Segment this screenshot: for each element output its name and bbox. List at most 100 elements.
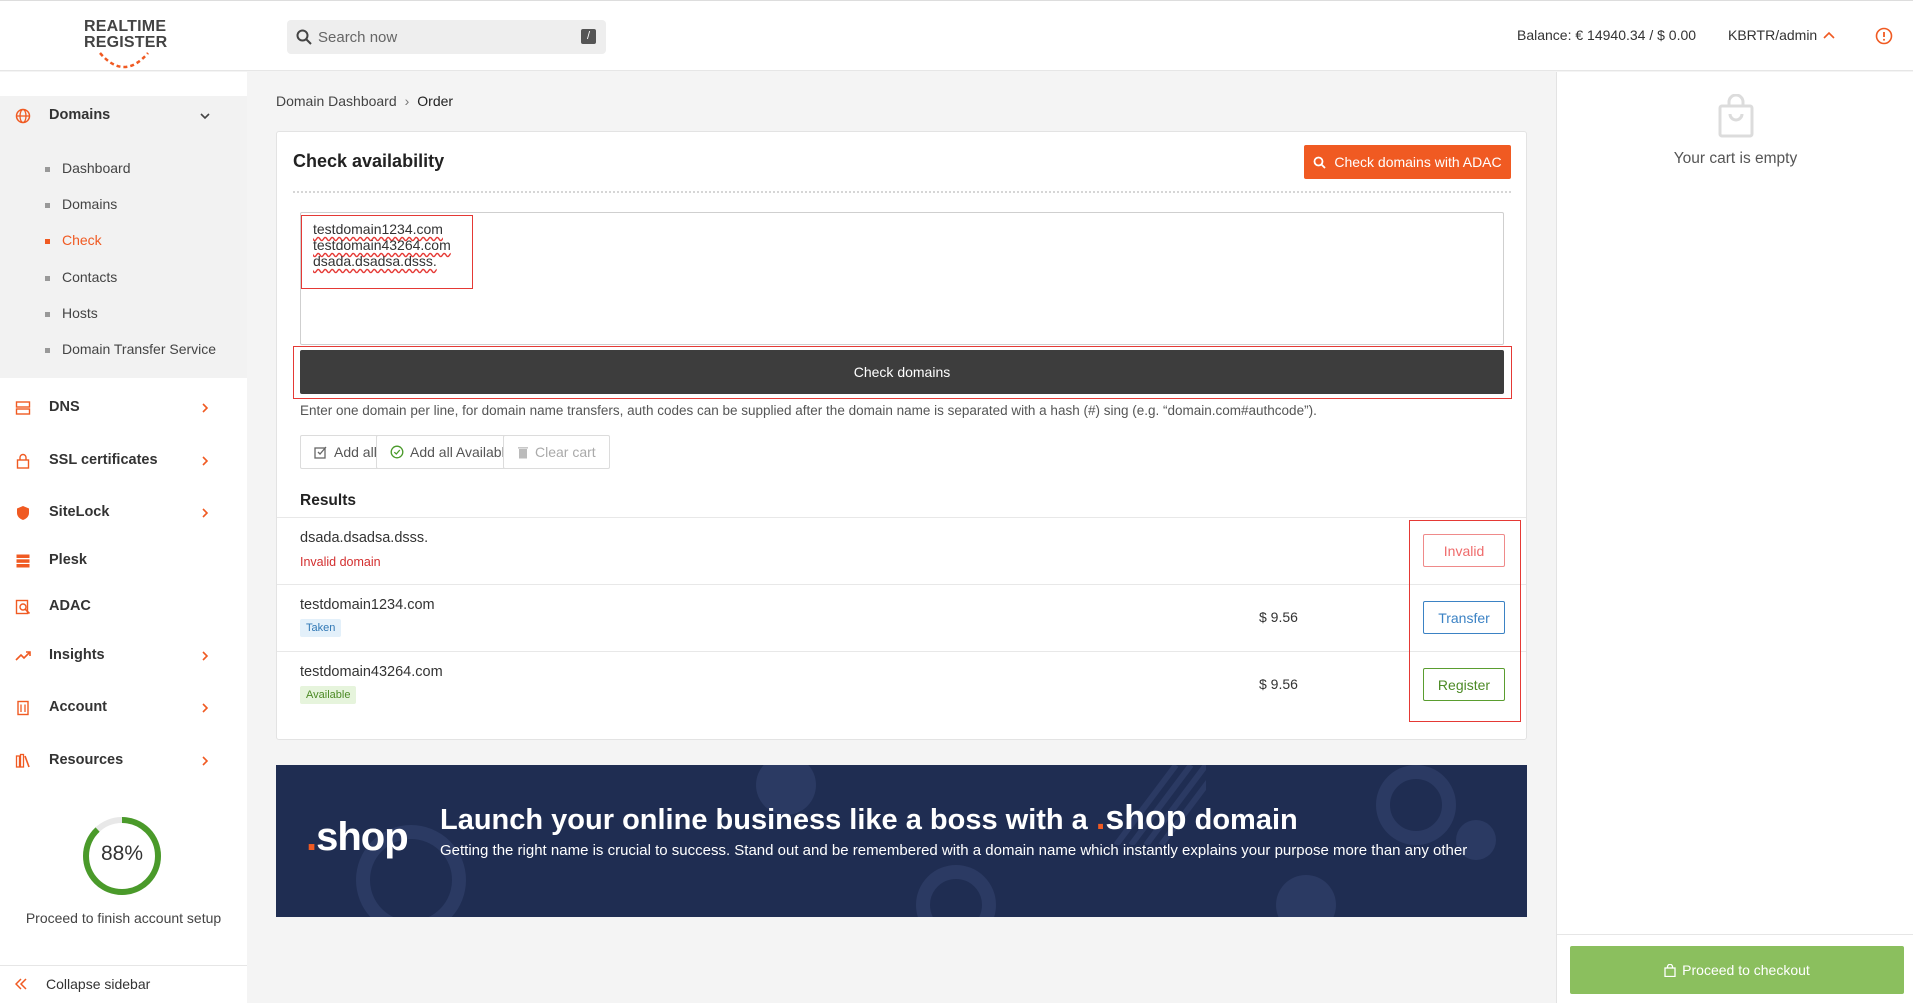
check-availability-card: Check availability Check domains with AD… — [276, 131, 1527, 740]
collapse-sidebar-label: Collapse sidebar — [46, 976, 151, 992]
actions-highlight-box — [1409, 520, 1521, 722]
logo-word: shop — [316, 815, 409, 859]
banner-title-post: domain — [1186, 804, 1298, 836]
banner-title-dot: . — [1095, 799, 1106, 837]
shopping-bag-icon — [1664, 963, 1676, 977]
logo-line-2: REGISTER — [84, 34, 168, 51]
shopping-bag-icon — [1718, 94, 1754, 138]
search-box[interactable]: / — [287, 20, 606, 54]
sidebar-item-domains[interactable]: Domains — [0, 96, 247, 136]
bullet — [45, 276, 50, 281]
logo-arc-icon — [99, 52, 149, 69]
card-title: Check availability — [293, 151, 445, 171]
sidebar-item-label: Plesk — [49, 552, 87, 568]
results-title: Results — [300, 492, 356, 509]
bullet — [45, 312, 50, 317]
breadcrumb-domain-dashboard[interactable]: Domain Dashboard — [276, 93, 397, 109]
bullet — [45, 348, 50, 353]
stack-icon — [16, 554, 30, 568]
chevron-right-icon — [202, 756, 209, 766]
decor-ring — [1376, 765, 1456, 845]
lock-icon — [16, 453, 30, 469]
trend-icon — [15, 651, 31, 661]
search-shortcut-key: / — [581, 29, 596, 44]
sidebar-item-label: Account — [49, 699, 107, 715]
sidebar-item-sitelock[interactable]: SiteLock — [0, 493, 247, 533]
chevron-right-icon — [202, 456, 209, 466]
result-domain: testdomain43264.com — [300, 664, 443, 680]
sidebar-item-label: DNS — [49, 399, 80, 415]
chevron-right-icon — [202, 403, 209, 413]
breadcrumb: Domain Dashboard › Order — [276, 93, 453, 109]
domains-textarea[interactable] — [300, 212, 1504, 345]
chevron-right-icon — [202, 703, 209, 713]
info-icon[interactable] — [1875, 27, 1893, 45]
check-domains-button[interactable]: Check domains — [300, 350, 1504, 394]
cart-empty-text: Your cart is empty — [1673, 150, 1798, 167]
sidebar-item-label: SiteLock — [49, 504, 110, 520]
checkout-button-label: Proceed to checkout — [1682, 962, 1810, 978]
shield-icon — [17, 506, 29, 520]
chevron-up-icon[interactable] — [1823, 31, 1835, 39]
proceed-to-checkout-button[interactable]: Proceed to checkout — [1570, 946, 1904, 994]
decor-circle — [1276, 875, 1336, 917]
search-icon — [296, 29, 312, 45]
search-input[interactable] — [318, 20, 558, 54]
domain-input-line: testdomain43264.com — [313, 237, 451, 253]
result-price: $ 9.56 — [1259, 676, 1298, 692]
domains-nav-group: Domains Dashboard Domains Check Contacts… — [0, 96, 247, 378]
globe-icon — [15, 108, 31, 124]
clear-cart-button[interactable]: Clear cart — [503, 435, 610, 469]
sidebar-item-ssl-certificates[interactable]: SSL certificates — [0, 441, 247, 481]
progress-caption[interactable]: Proceed to finish account setup — [0, 910, 247, 926]
result-row: testdomain1234.com Taken $ 9.56 Transfer — [277, 584, 1526, 651]
realtime-register-logo[interactable]: REALTIME REGISTER — [84, 18, 168, 69]
bullet — [45, 239, 50, 244]
result-status: Invalid domain — [300, 555, 381, 569]
sidebar-item-insights[interactable]: Insights — [0, 636, 247, 676]
user-menu[interactable]: KBRTR/admin — [1728, 27, 1817, 43]
add-all-label: Add all — [334, 444, 377, 460]
chevron-right-icon — [202, 508, 209, 518]
check-circle-icon — [390, 445, 404, 459]
account-balance: Balance: € 14940.34 / $ 0.00 — [1517, 27, 1697, 43]
sidebar-item-label: Resources — [49, 752, 124, 768]
add-all-available-label: Add all Available — [410, 444, 513, 460]
sidebar: Domains Dashboard Domains Check Contacts… — [0, 72, 247, 1003]
breadcrumb-separator: › — [404, 93, 410, 109]
chevron-right-icon — [202, 651, 209, 661]
double-chevron-left-icon — [15, 978, 27, 990]
server-icon — [15, 401, 31, 415]
result-domain: testdomain1234.com — [300, 597, 435, 613]
shop-promo-banner[interactable]: .shop Launch your online business like a… — [276, 765, 1527, 917]
cart-add-icon — [314, 446, 327, 459]
clear-cart-label: Clear cart — [535, 444, 596, 460]
sidebar-item-label: ADAC — [49, 598, 91, 614]
progress-percentage: 88% — [100, 842, 144, 865]
status-badge: Taken — [300, 619, 342, 637]
chevron-down-icon — [200, 113, 210, 120]
sidebar-item-resources[interactable]: Resources — [0, 741, 247, 781]
collapse-sidebar-button[interactable]: Collapse sidebar — [0, 965, 247, 1003]
books-icon — [15, 753, 30, 768]
cart-footer: Proceed to checkout — [1557, 934, 1913, 1003]
banner-text: Getting the right name is crucial to suc… — [440, 842, 1468, 859]
sidebar-item-account[interactable]: Account — [0, 688, 247, 728]
domain-input-line: dsada.dsadsa.dsss. — [313, 253, 437, 269]
result-domain: dsada.dsadsa.dsss. — [300, 530, 429, 546]
sidebar-item-adac[interactable]: ADAC — [0, 587, 247, 627]
banner-title-pre: Launch your online business like a boss … — [440, 804, 1096, 836]
sidebar-item-dns[interactable]: DNS — [0, 388, 247, 428]
adac-icon — [15, 599, 31, 615]
banner-title: Launch your online business like a boss … — [440, 799, 1298, 838]
check-domains-adac-button[interactable]: Check domains with ADAC — [1304, 145, 1511, 179]
building-icon — [17, 700, 29, 716]
input-hint: Enter one domain per line, for domain na… — [300, 403, 1317, 418]
account-setup-progress[interactable]: 88% — [82, 816, 162, 896]
logo-line-1: REALTIME — [84, 18, 167, 35]
logo-dot: . — [306, 815, 317, 859]
banner-title-brand: shop — [1105, 799, 1187, 837]
cart-panel: Your cart is empty Proceed to checkout — [1556, 72, 1913, 1003]
shop-logo: .shop — [306, 815, 409, 860]
sidebar-item-plesk[interactable]: Plesk — [0, 541, 247, 581]
